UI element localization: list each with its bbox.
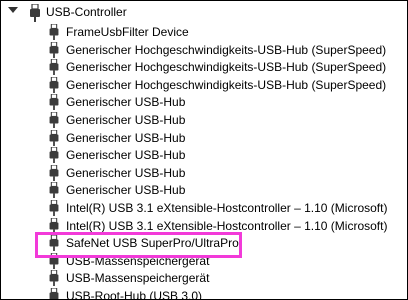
usb-plug-icon [47,147,61,164]
device-list-item[interactable]: Intel(R) USB 3.1 eXtensible-Hostcontroll… [1,199,407,217]
device-label: Intel(R) USB 3.1 eXtensible-Hostcontroll… [66,218,388,233]
device-list-item[interactable]: Generischer USB-Hub [1,111,407,129]
device-list-item[interactable]: USB-Root-Hub (USB 3.0) [1,287,407,300]
device-list-item[interactable]: Generischer Hochgeschwindigkeits-USB-Hub… [1,58,407,76]
device-list-item[interactable]: Generischer USB-Hub [1,146,407,164]
expand-caret-icon[interactable] [8,7,18,13]
device-list-item[interactable]: Generischer USB-Hub [1,129,407,147]
usb-plug-icon [28,4,42,22]
device-label: USB-Root-Hub (USB 3.0) [66,288,203,300]
usb-plug-icon [47,164,61,181]
device-manager-tree-view: USB-Controller FrameUsbFilter Device Gene… [0,0,408,300]
device-label: USB-Massenspeichergerät [66,253,210,268]
usb-plug-icon [47,235,61,252]
device-label: Generischer USB-Hub [66,95,186,110]
device-list-item[interactable]: Generischer USB-Hub [1,164,407,182]
usb-plug-icon [47,94,61,111]
usb-plug-icon [47,76,61,93]
device-label: FrameUsbFilter Device [66,25,189,39]
device-list-item[interactable]: SafeNet USB SuperPro/UltraPro [1,234,407,252]
device-list-item[interactable]: Generischer Hochgeschwindigkeits-USB-Hub… [1,41,407,59]
device-label: Generischer Hochgeschwindigkeits-USB-Hub… [66,60,387,75]
device-label: Generischer USB-Hub [66,130,186,145]
device-label: Generischer USB-Hub [66,112,186,127]
usb-plug-icon [47,217,61,234]
device-label: Generischer Hochgeschwindigkeits-USB-Hub… [66,77,387,92]
usb-plug-icon [47,129,61,146]
device-list-item[interactable]: Generischer USB-Hub [1,181,407,199]
device-label: USB-Massenspeichergerät [66,271,210,286]
usb-plug-icon [47,182,61,199]
device-list: FrameUsbFilter Device Generischer Hochges… [1,23,407,300]
device-label: Generischer USB-Hub [66,183,186,198]
device-list-item[interactable]: USB-Massenspeichergerät [1,269,407,287]
usb-plug-icon [47,270,61,287]
device-list-item[interactable]: Generischer USB-Hub [1,93,407,111]
device-label: Generischer USB-Hub [66,148,186,163]
device-label: SafeNet USB SuperPro/UltraPro [66,236,239,251]
device-label: Generischer USB-Hub [66,165,186,180]
device-list-item[interactable]: Intel(R) USB 3.1 eXtensible-Hostcontroll… [1,217,407,235]
tree-node-label: USB-Controller [46,5,127,19]
usb-plug-icon [47,287,61,299]
device-label: Intel(R) USB 3.1 eXtensible-Hostcontroll… [66,200,388,215]
usb-plug-icon [47,59,61,76]
usb-plug-icon [47,41,61,58]
device-list-item[interactable]: USB-Massenspeichergerät [1,252,407,270]
device-list-item[interactable]: Generischer Hochgeschwindigkeits-USB-Hub… [1,76,407,94]
device-label: Generischer Hochgeschwindigkeits-USB-Hub… [66,42,387,57]
usb-plug-icon [47,24,61,40]
usb-plug-icon [47,252,61,269]
usb-plug-icon [47,199,61,216]
device-list-item[interactable]: FrameUsbFilter Device [1,23,407,41]
usb-plug-icon [47,111,61,128]
